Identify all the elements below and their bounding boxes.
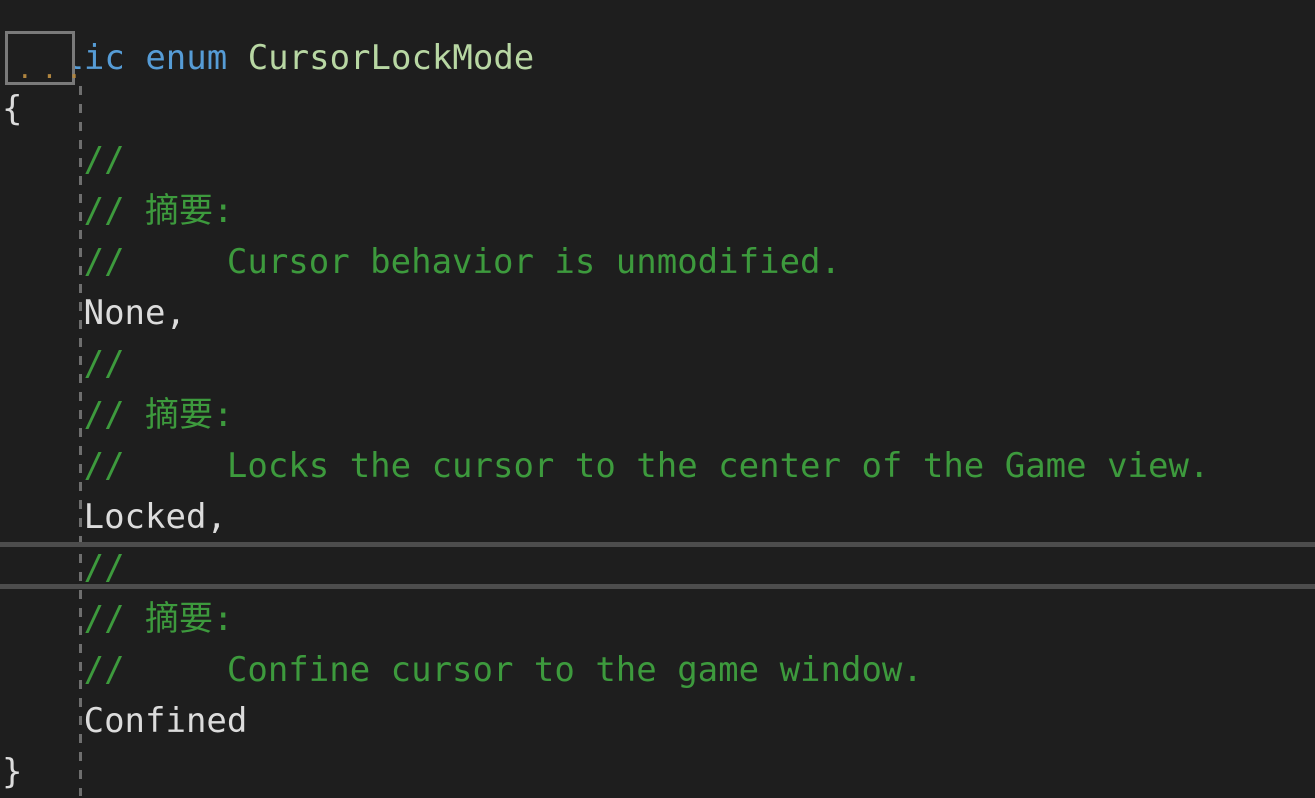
code-token-comment: // Confine cursor to the game window. xyxy=(83,650,923,690)
code-token-comment: // 摘要: xyxy=(83,191,234,231)
code-line[interactable]: // Cursor behavior is unmodified. xyxy=(0,237,1315,288)
code-token-keyword: enum xyxy=(145,38,228,78)
code-line[interactable]: { xyxy=(0,84,1315,135)
code-token-comment: // Locks the cursor to the center of the… xyxy=(83,446,1210,486)
code-line[interactable]: // xyxy=(0,543,1315,594)
code-editor[interactable]: public enum CursorLockMode { // // 摘要: // Cu… xyxy=(0,0,1315,796)
code-line[interactable]: // 摘要: xyxy=(0,390,1315,441)
code-token-punct: { xyxy=(2,89,23,129)
code-token-comment: // xyxy=(83,140,125,180)
code-token-plain: Locked, xyxy=(83,497,227,537)
code-line[interactable]: // 摘要: xyxy=(0,594,1315,645)
code-line[interactable]: Locked, xyxy=(0,492,1315,543)
code-line[interactable]: // 摘要: xyxy=(0,186,1315,237)
code-token-comment: // 摘要: xyxy=(83,395,234,435)
code-token-comment: // xyxy=(83,344,125,384)
collapsed-region-box[interactable]: ... xyxy=(5,31,91,85)
collapsed-region-ellipsis: ... xyxy=(17,55,91,85)
code-token-punct: } xyxy=(2,752,23,792)
code-text-surface[interactable]: public enum CursorLockMode { // // 摘要: // Cu… xyxy=(0,0,1315,796)
code-line[interactable]: public enum CursorLockMode xyxy=(0,33,1315,84)
code-line[interactable]: None, xyxy=(0,288,1315,339)
code-line[interactable]: // Confine cursor to the game window. xyxy=(0,645,1315,696)
code-token-comment: // Cursor behavior is unmodified. xyxy=(83,242,841,282)
code-token-plain: None, xyxy=(83,293,186,333)
code-line[interactable]: } xyxy=(0,747,1315,798)
code-line[interactable]: // Locks the cursor to the center of the… xyxy=(0,441,1315,492)
code-token-plain: Confined xyxy=(83,701,248,741)
code-line[interactable]: // xyxy=(0,135,1315,186)
code-line[interactable]: Confined xyxy=(0,696,1315,747)
code-token-comment: // xyxy=(83,548,125,588)
code-token-type: CursorLockMode xyxy=(247,38,535,78)
code-line[interactable]: // xyxy=(0,339,1315,390)
code-token-comment: // 摘要: xyxy=(83,599,234,639)
